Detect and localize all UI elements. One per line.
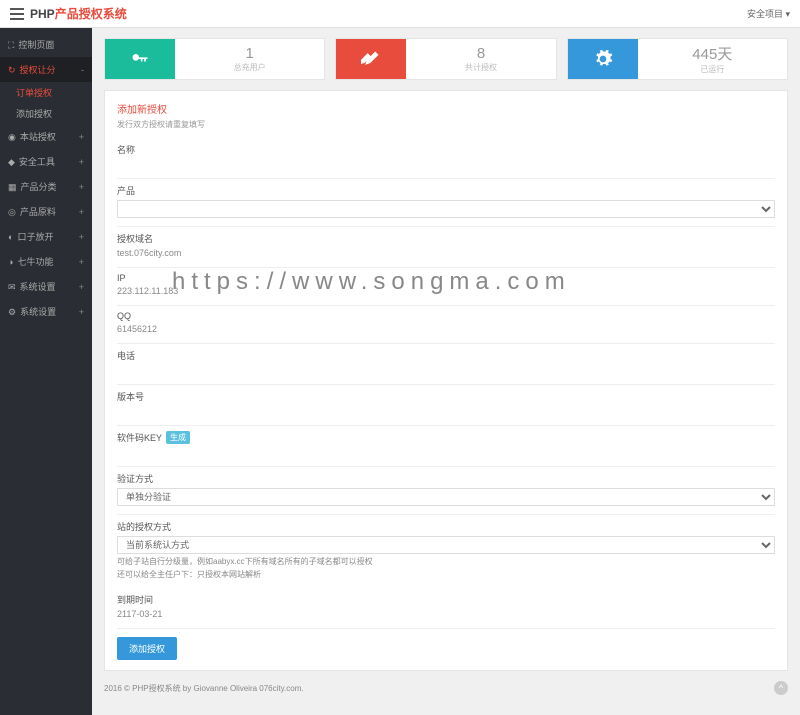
date-label: 到期时间 [117, 593, 775, 606]
sidebar-sub-add-auth[interactable]: 添加授权 [0, 103, 92, 124]
key-input[interactable] [117, 447, 775, 457]
verify-select[interactable]: 单独分验证 [117, 488, 775, 506]
stat-card-users: 1总充用户 [104, 38, 325, 80]
ip-label: IP [117, 273, 775, 283]
key-icon [105, 39, 175, 79]
sidebar-sub-order-auth[interactable]: 订单授权 [0, 82, 92, 103]
tip-text-2: 还可以给全主任户下：只授权本网站解析 [117, 569, 775, 580]
panel-title: 添加新授权 [117, 101, 775, 116]
sidebar-item-local-auth[interactable]: ◉本站授权+ [0, 124, 92, 149]
phone-label: 电话 [117, 349, 775, 362]
qq-input[interactable] [117, 324, 775, 334]
domain-input[interactable] [117, 248, 775, 258]
key-label: 软件码KEY生成 [117, 431, 775, 444]
sidebar-item-security[interactable]: ◆安全工具+ [0, 149, 92, 174]
sidebar-item-auth[interactable]: ↻授权让分- [0, 57, 92, 82]
product-label: 产品 [117, 184, 775, 197]
sidebar-item-open[interactable]: ◐口子放开+ [0, 224, 92, 249]
verify-label: 验证方式 [117, 472, 775, 485]
panel-subtitle: 发行双方授权请重复填写 [117, 119, 775, 130]
auth-label: 站的授权方式 [117, 520, 775, 533]
date-input[interactable] [117, 609, 775, 619]
sidebar-item-dashboard[interactable]: ⛶控制页面 [0, 32, 92, 57]
name-input[interactable] [117, 159, 775, 169]
sidebar-item-category[interactable]: ▦产品分类+ [0, 174, 92, 199]
footer-text: 2016 © PHP授权系统 by Giovanne Oliveira 076c… [104, 683, 304, 694]
submit-button[interactable]: 添加授权 [117, 637, 177, 660]
sidebar: ⛶控制页面 ↻授权让分- 订单授权 添加授权 ◉本站授权+ ◆安全工具+ ▦产品… [0, 28, 92, 715]
sidebar-item-qiniu[interactable]: ◑七牛功能+ [0, 249, 92, 274]
auth-select[interactable]: 当前系统认方式 [117, 536, 775, 554]
sidebar-item-system1[interactable]: ✉系统设置+ [0, 274, 92, 299]
ip-input[interactable] [117, 286, 775, 296]
name-label: 名称 [117, 143, 775, 156]
gear-icon [568, 39, 638, 79]
menu-toggle-icon[interactable] [10, 8, 24, 20]
domain-label: 授权域名 [117, 232, 775, 245]
user-dropdown[interactable]: 安全项目 ▾ [747, 7, 790, 20]
sidebar-item-material[interactable]: ◎产品原料+ [0, 199, 92, 224]
generate-badge[interactable]: 生成 [166, 431, 190, 444]
stat-card-runtime: 445天已运行 [567, 38, 788, 80]
tag-icon [336, 39, 406, 79]
brand-title: PHP产品授权系统 [30, 5, 127, 22]
version-input[interactable] [117, 406, 775, 416]
version-label: 版本号 [117, 390, 775, 403]
product-select[interactable] [117, 200, 775, 218]
form-panel: 添加新授权 发行双方授权请重复填写 名称 产品 授权域名 IP QQ 电话 版本… [104, 90, 788, 671]
sidebar-item-system2[interactable]: ⚙系统设置+ [0, 299, 92, 324]
scroll-top-icon[interactable]: ^ [774, 681, 788, 695]
stat-card-auth: 8共计授权 [335, 38, 556, 80]
tip-text-1: 可给子站自行分级量，例如aabyx.cc下所有域名所有的子域名都可以授权 [117, 556, 775, 567]
phone-input[interactable] [117, 365, 775, 375]
qq-label: QQ [117, 311, 775, 321]
